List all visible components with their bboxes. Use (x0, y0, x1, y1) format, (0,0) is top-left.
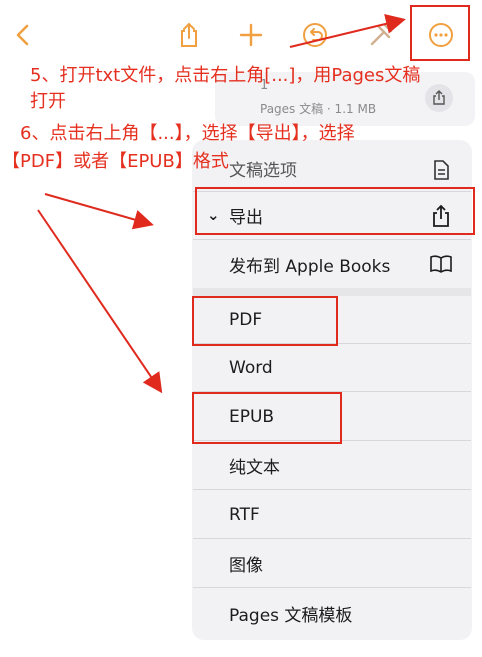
hammer-brush-icon[interactable] (364, 18, 398, 52)
menu-item-doc-options[interactable]: 文稿选项 (193, 146, 471, 192)
highlight-more-button (410, 5, 470, 61)
highlight-export-row (195, 187, 475, 235)
menu-separator (193, 288, 471, 296)
menu-item-label: RTF (229, 504, 260, 525)
highlight-epub (192, 392, 342, 444)
annotation-step6-line1: 6、点击右上角【...】，选择【导出】，选择 (20, 123, 355, 144)
menu-item-rtf[interactable]: RTF (193, 491, 471, 539)
highlight-pdf (192, 296, 338, 346)
book-icon (430, 255, 452, 273)
arrow-to-epub (37, 209, 163, 394)
menu-item-label: Pages 文稿模板 (229, 605, 353, 626)
chevron-left-icon[interactable] (6, 18, 40, 52)
menu-item-word[interactable]: Word (193, 344, 471, 392)
menu-item-label: Word (229, 357, 273, 378)
menu-item-pages-template[interactable]: Pages 文稿模板 (193, 589, 471, 637)
annotation-step5-line1: 5、打开txt文件，点击右上角[...]，用Pages文稿 (30, 65, 421, 86)
annotation-step5-line2: 打开 (30, 91, 66, 112)
menu-item-label: 发布到 Apple Books (229, 256, 391, 277)
document-icon (434, 160, 449, 180)
share-icon[interactable] (172, 18, 206, 52)
menu-item-label: 图像 (229, 556, 263, 576)
menu-item-label: 纯文本 (229, 458, 280, 478)
menu-item-label: 文稿选项 (229, 161, 297, 181)
menu-item-image[interactable]: 图像 (193, 540, 471, 588)
plus-icon[interactable] (234, 18, 268, 52)
share-icon[interactable] (425, 84, 453, 112)
menu-item-publish-apple-books[interactable]: 发布到 Apple Books (193, 240, 471, 288)
undo-icon[interactable] (298, 18, 332, 52)
document-meta: Pages 文稿 · 1.1 MB (260, 102, 377, 116)
menu-item-plain-text[interactable]: 纯文本 (193, 442, 471, 490)
arrow-to-export (44, 193, 154, 230)
annotation-step6-line2: 【PDF】或者【EPUB】格式 (2, 151, 229, 172)
